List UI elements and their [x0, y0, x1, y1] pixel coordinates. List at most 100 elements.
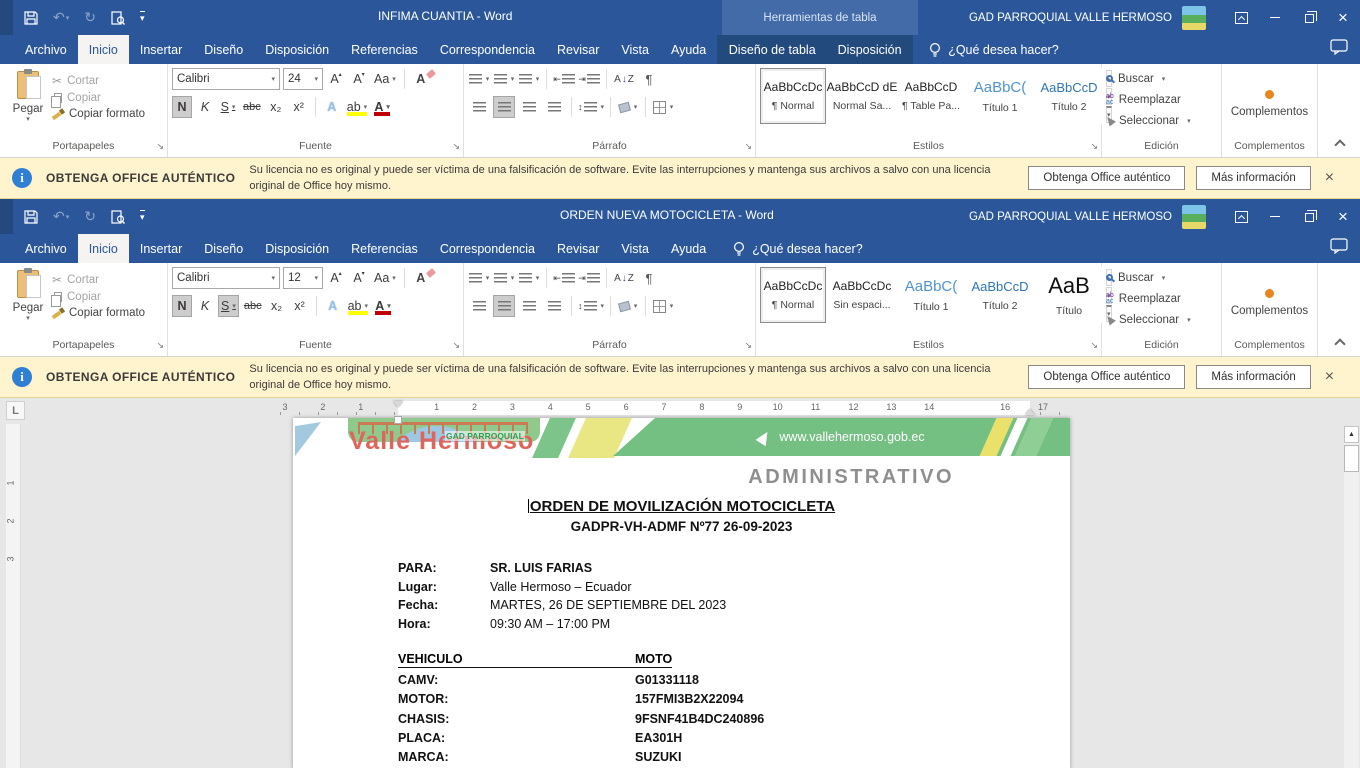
undo-icon[interactable]: ↶▾: [53, 208, 69, 225]
dialog-launcher-icon[interactable]: ↘: [744, 141, 752, 152]
save-icon[interactable]: [24, 11, 38, 25]
text-effects-button[interactable]: A: [323, 295, 343, 317]
avatar[interactable]: [1182, 6, 1206, 30]
font-name-select[interactable]: Calibri▾: [172, 68, 280, 90]
dialog-launcher-icon[interactable]: ↘: [1090, 141, 1098, 152]
vertical-ruler[interactable]: 123: [6, 424, 21, 768]
bold-button[interactable]: N: [172, 295, 192, 317]
superscript-button[interactable]: x²: [289, 96, 309, 118]
change-case-button[interactable]: Aa▾: [372, 68, 398, 90]
shrink-font-button[interactable]: A▾: [349, 68, 369, 90]
paste-button[interactable]: Pegar ▾: [4, 267, 52, 339]
align-left-button[interactable]: [468, 96, 490, 118]
copy-button[interactable]: Copiar: [52, 92, 145, 104]
style-card[interactable]: AaBbC(Título 1: [967, 68, 1033, 124]
ribbon-tab-correspondencia[interactable]: Correspondencia: [429, 234, 546, 263]
style-card[interactable]: AaBbCcDc¶ Normal: [760, 68, 826, 124]
bold-button[interactable]: N: [172, 96, 192, 118]
comment-icon[interactable]: [1330, 39, 1348, 60]
underline-button[interactable]: S▾: [218, 96, 238, 118]
get-office-button[interactable]: Obtenga Office auténtico: [1028, 166, 1185, 190]
style-card[interactable]: AaBbCcD dENormal Sa...: [829, 68, 895, 124]
decrease-indent-button[interactable]: ⇤: [553, 267, 575, 289]
ribbon-tab-correspondencia[interactable]: Correspondencia: [429, 35, 546, 64]
style-card[interactable]: AaBbCcD¶ Table Pa...: [898, 68, 964, 124]
redo-icon[interactable]: ↻: [84, 9, 96, 26]
multilevel-list-button[interactable]: ▾: [518, 68, 540, 90]
style-card[interactable]: AaBbCcDc¶ Normal: [760, 267, 826, 323]
bullet-list-button[interactable]: ▾: [468, 267, 490, 289]
close-icon[interactable]: ×: [1326, 199, 1360, 234]
show-marks-button[interactable]: ¶: [638, 68, 660, 90]
align-center-button[interactable]: [493, 96, 515, 118]
font-size-select[interactable]: 24▾: [283, 68, 323, 90]
strikethrough-button[interactable]: abc: [242, 295, 264, 317]
first-line-indent-marker[interactable]: [393, 401, 403, 407]
increase-indent-button[interactable]: ⇥: [578, 267, 600, 289]
margin-marker[interactable]: [394, 416, 402, 424]
restore-icon[interactable]: [1292, 0, 1326, 35]
dialog-launcher-icon[interactable]: ↘: [156, 141, 164, 152]
more-info-button[interactable]: Más información: [1196, 365, 1310, 389]
ribbon-tab-archivo[interactable]: Archivo: [14, 35, 78, 64]
subscript-button[interactable]: x₂: [267, 295, 287, 317]
multilevel-list-button[interactable]: ▾: [518, 267, 540, 289]
replace-button[interactable]: abacReemplazar: [1106, 288, 1217, 309]
style-card[interactable]: AaBbCcDTítulo 2: [967, 267, 1033, 323]
shrink-font-button[interactable]: A▾: [349, 267, 369, 289]
ribbon-tab-revisar[interactable]: Revisar: [546, 234, 610, 263]
select-button[interactable]: Seleccionar▾: [1106, 110, 1217, 131]
more-info-button[interactable]: Más información: [1196, 166, 1310, 190]
decrease-indent-button[interactable]: ⇤: [553, 68, 575, 90]
font-size-select[interactable]: 12▾: [283, 267, 323, 289]
numbered-list-button[interactable]: ▾: [493, 68, 515, 90]
ribbon-tab-referencias[interactable]: Referencias: [340, 35, 429, 64]
collapse-ribbon-icon[interactable]: [1334, 338, 1345, 349]
horizontal-ruler[interactable]: 32112345678910111213141617: [280, 401, 1072, 415]
ribbon-tab-inicio[interactable]: Inicio: [78, 234, 129, 263]
strikethrough-button[interactable]: abc: [241, 96, 263, 118]
ribbon-tab-archivo[interactable]: Archivo: [14, 234, 78, 263]
ribbon-tab-disposición[interactable]: Disposición: [254, 35, 340, 64]
highlight-button[interactable]: ab▾: [345, 96, 369, 118]
line-spacing-button[interactable]: ↕▾: [578, 96, 604, 118]
align-right-button[interactable]: [518, 96, 540, 118]
style-card[interactable]: AaBbC(Título 1: [898, 267, 964, 323]
align-center-button[interactable]: [493, 295, 515, 317]
align-left-button[interactable]: [468, 295, 490, 317]
save-icon[interactable]: [24, 210, 38, 224]
line-spacing-button[interactable]: ↕▾: [578, 295, 604, 317]
addins-button[interactable]: Complementos: [1222, 64, 1317, 140]
minimize-icon[interactable]: [1258, 199, 1292, 234]
subscript-button[interactable]: x₂: [266, 96, 286, 118]
justify-button[interactable]: [543, 96, 565, 118]
print-preview-icon[interactable]: [111, 11, 125, 25]
right-indent-marker[interactable]: [1025, 409, 1035, 415]
shading-button[interactable]: ▾: [617, 295, 639, 317]
account-name[interactable]: GAD PARROQUIAL VALLE HERMOSO: [969, 12, 1172, 24]
undo-icon[interactable]: ↶▾: [53, 9, 69, 26]
ribbon-tab-vista[interactable]: Vista: [610, 35, 660, 64]
cut-button[interactable]: ✂Cortar: [52, 273, 145, 287]
dialog-launcher-icon[interactable]: ↘: [1090, 340, 1098, 351]
sort-button[interactable]: A↓Z: [613, 68, 635, 90]
find-button[interactable]: Buscar▾: [1106, 68, 1217, 89]
text-effects-button[interactable]: A: [322, 96, 342, 118]
underline-button[interactable]: S▾: [218, 295, 239, 317]
restore-icon[interactable]: [1292, 199, 1326, 234]
replace-button[interactable]: abacReemplazar: [1106, 89, 1217, 110]
ribbon-tab-referencias[interactable]: Referencias: [340, 234, 429, 263]
tab-stop-selector[interactable]: L: [6, 401, 25, 420]
clear-formatting-button[interactable]: A: [411, 68, 431, 90]
customize-qat-icon[interactable]: ▾: [140, 11, 145, 24]
style-card[interactable]: AaBTítulo: [1036, 267, 1102, 323]
ribbon-tab-ayuda[interactable]: Ayuda: [660, 234, 717, 263]
comment-icon[interactable]: [1330, 238, 1348, 259]
ribbon-tab-ayuda[interactable]: Ayuda: [660, 35, 717, 64]
justify-button[interactable]: [543, 295, 565, 317]
minimize-icon[interactable]: [1258, 0, 1292, 35]
tell-me-box[interactable]: ¿Qué desea hacer?: [733, 234, 863, 263]
style-card[interactable]: AaBbCcDTítulo 2: [1036, 68, 1102, 124]
get-office-button[interactable]: Obtenga Office auténtico: [1028, 365, 1185, 389]
scroll-up-icon[interactable]: ▲: [1344, 426, 1359, 443]
